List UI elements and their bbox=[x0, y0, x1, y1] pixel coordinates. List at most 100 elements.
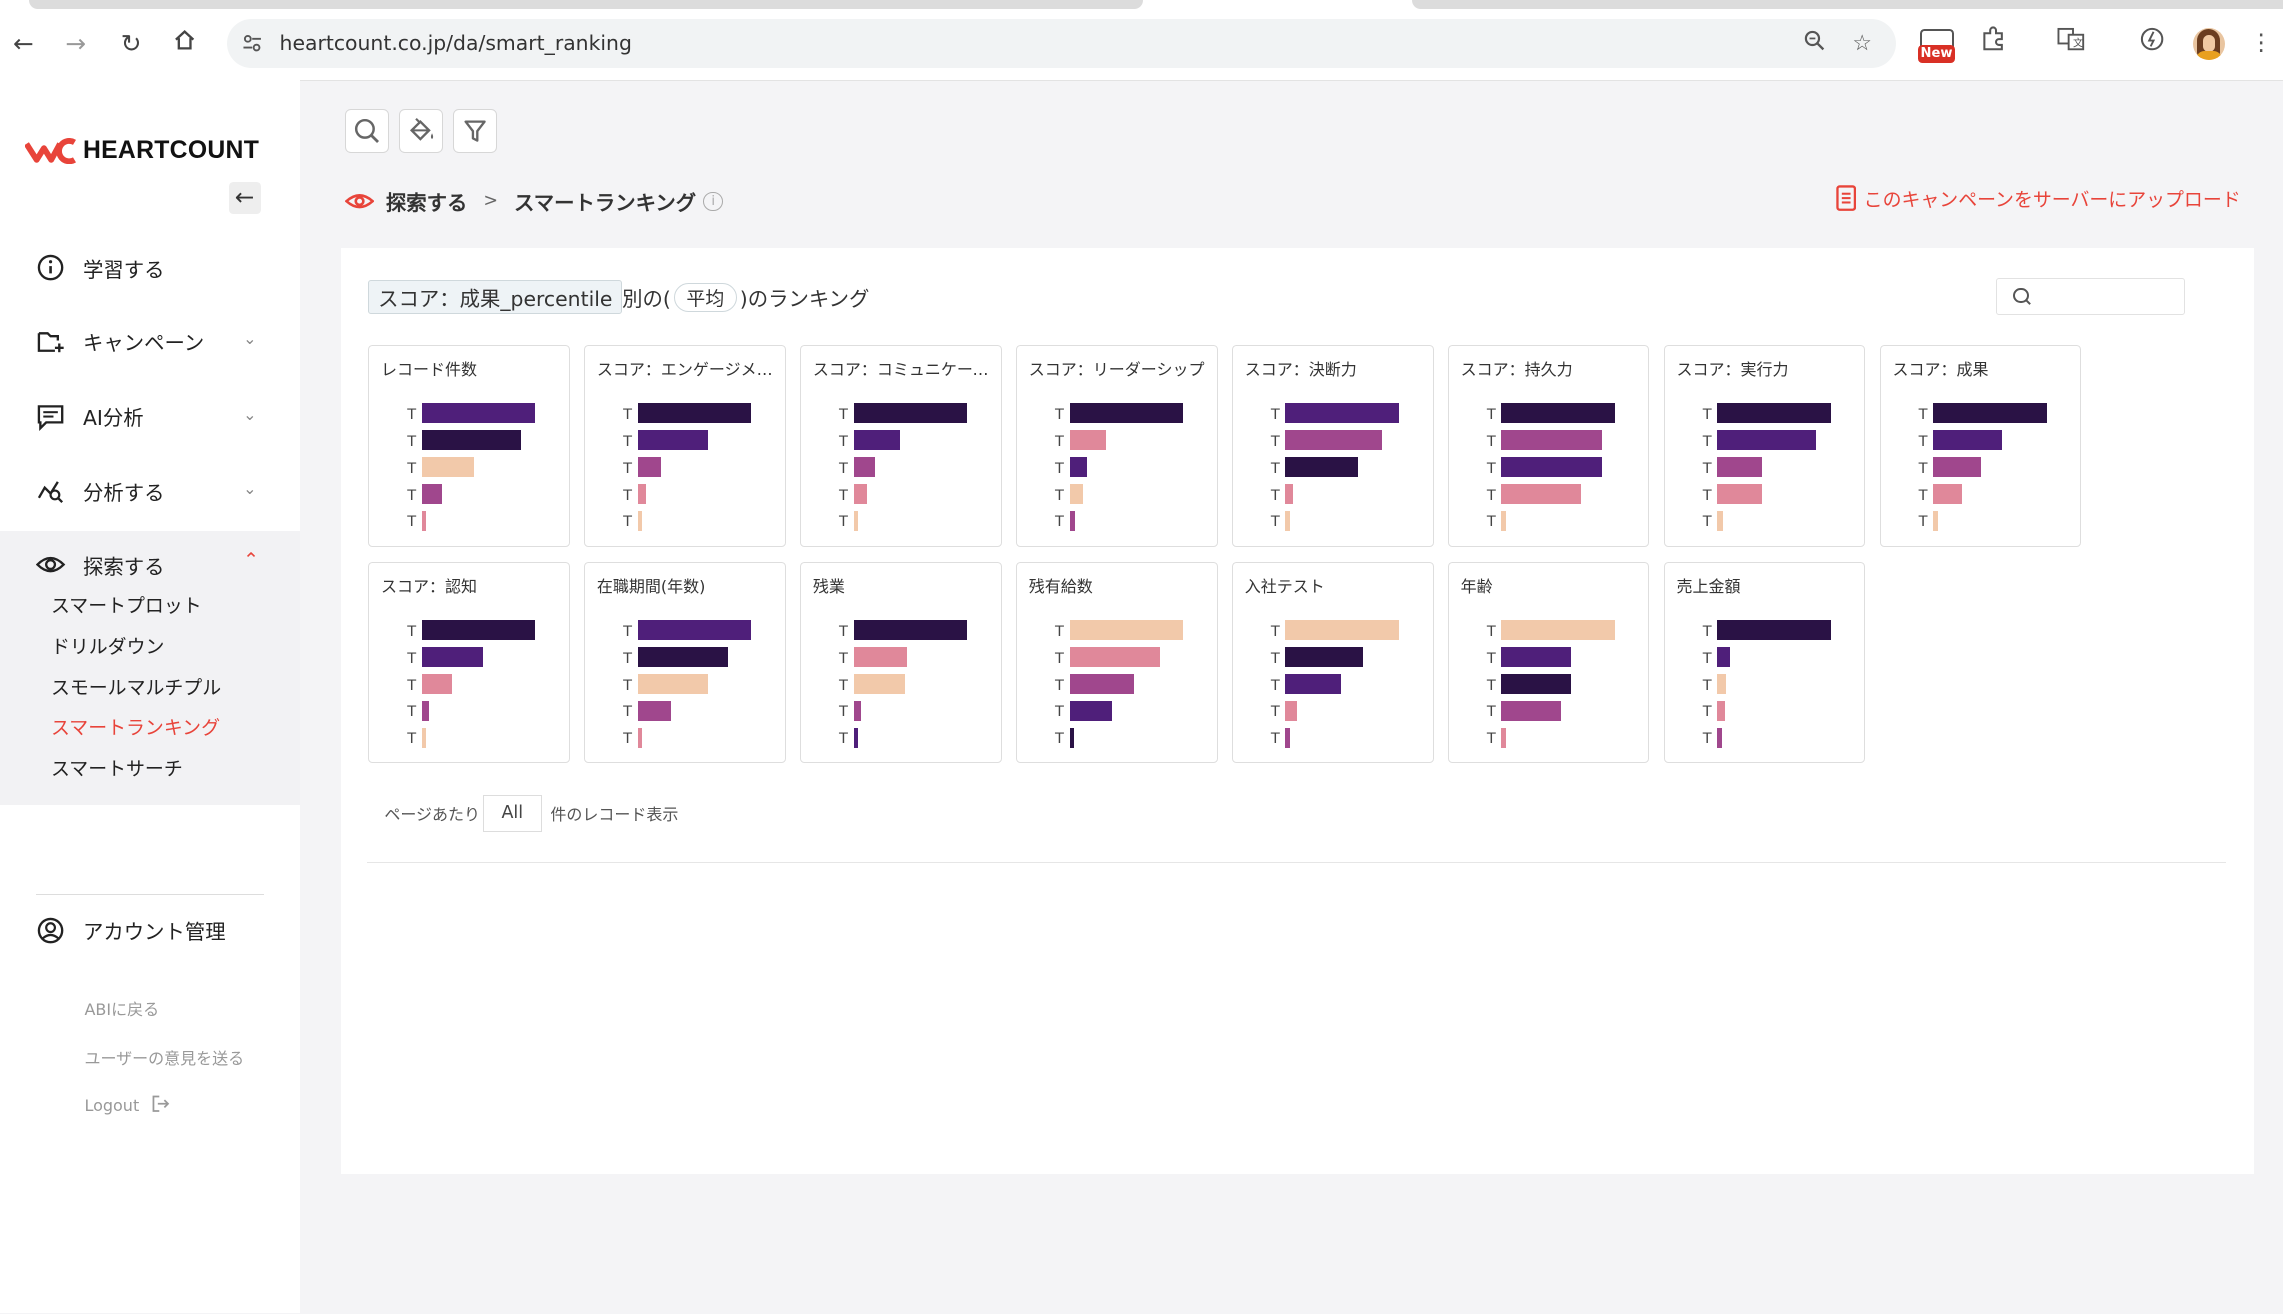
profile-avatar[interactable] bbox=[2192, 27, 2225, 60]
bar[interactable] bbox=[1717, 673, 1727, 695]
info-icon[interactable]: i bbox=[703, 191, 723, 212]
sub-item-smart-plot[interactable]: スマートプロット bbox=[51, 591, 202, 618]
ranking-card[interactable]: スコア：持久力 T T T T T bbox=[1447, 345, 1650, 547]
chevron-down-icon[interactable]: ⌄ bbox=[243, 405, 256, 424]
site-settings-icon[interactable] bbox=[242, 32, 262, 52]
bar[interactable] bbox=[1285, 402, 1400, 424]
bar[interactable] bbox=[853, 673, 905, 695]
bar[interactable] bbox=[637, 456, 661, 478]
bar[interactable] bbox=[1717, 619, 1831, 641]
card-search-input[interactable] bbox=[1996, 278, 2185, 316]
bar[interactable] bbox=[1069, 429, 1106, 451]
home-icon[interactable] bbox=[169, 28, 201, 60]
bar[interactable] bbox=[1933, 483, 1963, 505]
bar[interactable] bbox=[853, 483, 867, 505]
bar[interactable] bbox=[1285, 483, 1293, 505]
zoom-icon[interactable] bbox=[1800, 29, 1829, 58]
bar[interactable] bbox=[421, 456, 475, 478]
url-text[interactable]: heartcount.co.jp/da/smart_ranking bbox=[280, 31, 632, 55]
ranking-card[interactable]: 在職期間(年数) T T T T T bbox=[584, 562, 786, 764]
chevron-up-icon[interactable]: ⌃ bbox=[243, 549, 259, 571]
bar[interactable] bbox=[637, 483, 647, 505]
bar[interactable] bbox=[1717, 402, 1831, 424]
search-tool-button[interactable] bbox=[345, 109, 390, 154]
ranking-card[interactable]: 年齢 T T T T T bbox=[1447, 562, 1650, 764]
back-to-abi-link[interactable]: ABIに戻る bbox=[84, 996, 159, 1020]
page-size-selector[interactable]: All bbox=[482, 794, 542, 832]
back-icon[interactable]: ← bbox=[7, 28, 39, 60]
bar[interactable] bbox=[1069, 619, 1184, 641]
translate-icon[interactable]: 文 bbox=[2054, 26, 2089, 61]
sub-item-smart-ranking[interactable]: スマートランキング bbox=[51, 713, 220, 740]
bar[interactable] bbox=[421, 700, 430, 721]
menu-item-analyze[interactable]: 分析する ⌄ bbox=[35, 475, 268, 507]
ranking-card[interactable]: スコア：コミュニケーションTTTTT bbox=[800, 345, 1002, 547]
logout-link[interactable]: Logout bbox=[84, 1095, 170, 1116]
breadcrumb-root[interactable]: 探索する bbox=[386, 186, 468, 216]
performance-icon[interactable] bbox=[2134, 26, 2169, 61]
bar[interactable] bbox=[1933, 510, 1938, 531]
menu-item-explore[interactable]: 探索する ⌃ bbox=[35, 549, 268, 581]
ranking-card[interactable]: 入社テスト T T T T T bbox=[1232, 562, 1434, 764]
ranking-card[interactable]: 残業 T T T T T bbox=[800, 562, 1002, 764]
bar[interactable] bbox=[637, 402, 752, 424]
bar[interactable] bbox=[1501, 646, 1572, 668]
bookmark-star-icon[interactable]: ☆ bbox=[1848, 29, 1877, 58]
sub-item-smart-search[interactable]: スマートサーチ bbox=[51, 754, 183, 781]
ranking-card[interactable]: スコア：成果 T T T T T bbox=[1879, 345, 2082, 547]
sub-item-small-multiple[interactable]: スモールマルチプル bbox=[51, 673, 221, 700]
bar[interactable] bbox=[637, 646, 728, 668]
bar[interactable] bbox=[1069, 456, 1087, 478]
bar[interactable] bbox=[1501, 727, 1506, 748]
bar[interactable] bbox=[421, 483, 443, 505]
bar[interactable] bbox=[853, 402, 968, 424]
ranking-card[interactable]: スコア：決断力 T T T T T bbox=[1232, 345, 1434, 547]
bar[interactable] bbox=[1717, 727, 1722, 748]
ranking-card[interactable]: スコア：認知 T T T T T bbox=[368, 562, 570, 764]
bar[interactable] bbox=[637, 429, 708, 451]
bar[interactable] bbox=[1285, 727, 1290, 748]
chevron-down-icon[interactable]: ⌄ bbox=[243, 329, 256, 348]
ranking-card[interactable]: スコア：実行力 T T T T T bbox=[1663, 345, 1866, 547]
aggregation-selector[interactable]: 平均 bbox=[673, 282, 737, 312]
browser-tab[interactable] bbox=[1412, 0, 2283, 9]
menu-item-ai-analysis[interactable]: AI分析 ⌄ bbox=[35, 400, 268, 432]
filter-tool-button[interactable] bbox=[452, 109, 498, 154]
sub-item-drilldown[interactable]: ドリルダウン bbox=[51, 632, 164, 659]
bar[interactable] bbox=[1069, 483, 1083, 505]
bar[interactable] bbox=[421, 619, 536, 641]
bar[interactable] bbox=[1501, 510, 1506, 531]
ranking-card[interactable]: スコア：リーダーシップ T T T T T bbox=[1016, 345, 1218, 547]
bar[interactable] bbox=[1501, 619, 1615, 641]
bar[interactable] bbox=[1501, 456, 1602, 478]
bar[interactable] bbox=[853, 619, 968, 641]
bar[interactable] bbox=[1069, 727, 1074, 748]
bar[interactable] bbox=[853, 510, 858, 531]
bar[interactable] bbox=[421, 727, 427, 748]
bar[interactable] bbox=[1717, 646, 1731, 668]
bar[interactable] bbox=[421, 402, 536, 424]
bar[interactable] bbox=[637, 510, 643, 531]
metric-selector[interactable]: スコア：成果_percentile bbox=[368, 279, 623, 315]
bar[interactable] bbox=[1717, 483, 1763, 505]
bar[interactable] bbox=[421, 429, 521, 451]
bar[interactable] bbox=[1501, 673, 1572, 695]
bar[interactable] bbox=[853, 456, 876, 478]
extensions-puzzle-icon[interactable] bbox=[1976, 26, 2011, 61]
new-extension-icon[interactable]: New bbox=[1917, 26, 1956, 67]
bar[interactable] bbox=[853, 646, 908, 668]
bar[interactable] bbox=[853, 700, 861, 721]
upload-campaign-link[interactable]: このキャンペーンをサーバーにアップロード bbox=[1836, 185, 2241, 212]
bar[interactable] bbox=[637, 673, 708, 695]
bar[interactable] bbox=[1933, 402, 2047, 424]
bar[interactable] bbox=[1717, 700, 1725, 721]
bar[interactable] bbox=[1501, 700, 1562, 721]
send-feedback-link[interactable]: ユーザーの意見を送る bbox=[84, 1045, 244, 1069]
bar[interactable] bbox=[853, 727, 858, 748]
bar[interactable] bbox=[1069, 646, 1160, 668]
bar[interactable] bbox=[1717, 510, 1724, 531]
menu-item-campaign[interactable]: キャンペーン ⌄ bbox=[35, 325, 268, 357]
bar[interactable] bbox=[1933, 429, 2002, 451]
bar[interactable] bbox=[1069, 402, 1184, 424]
ranking-card[interactable]: 残有給数 T T T T T bbox=[1016, 562, 1218, 764]
